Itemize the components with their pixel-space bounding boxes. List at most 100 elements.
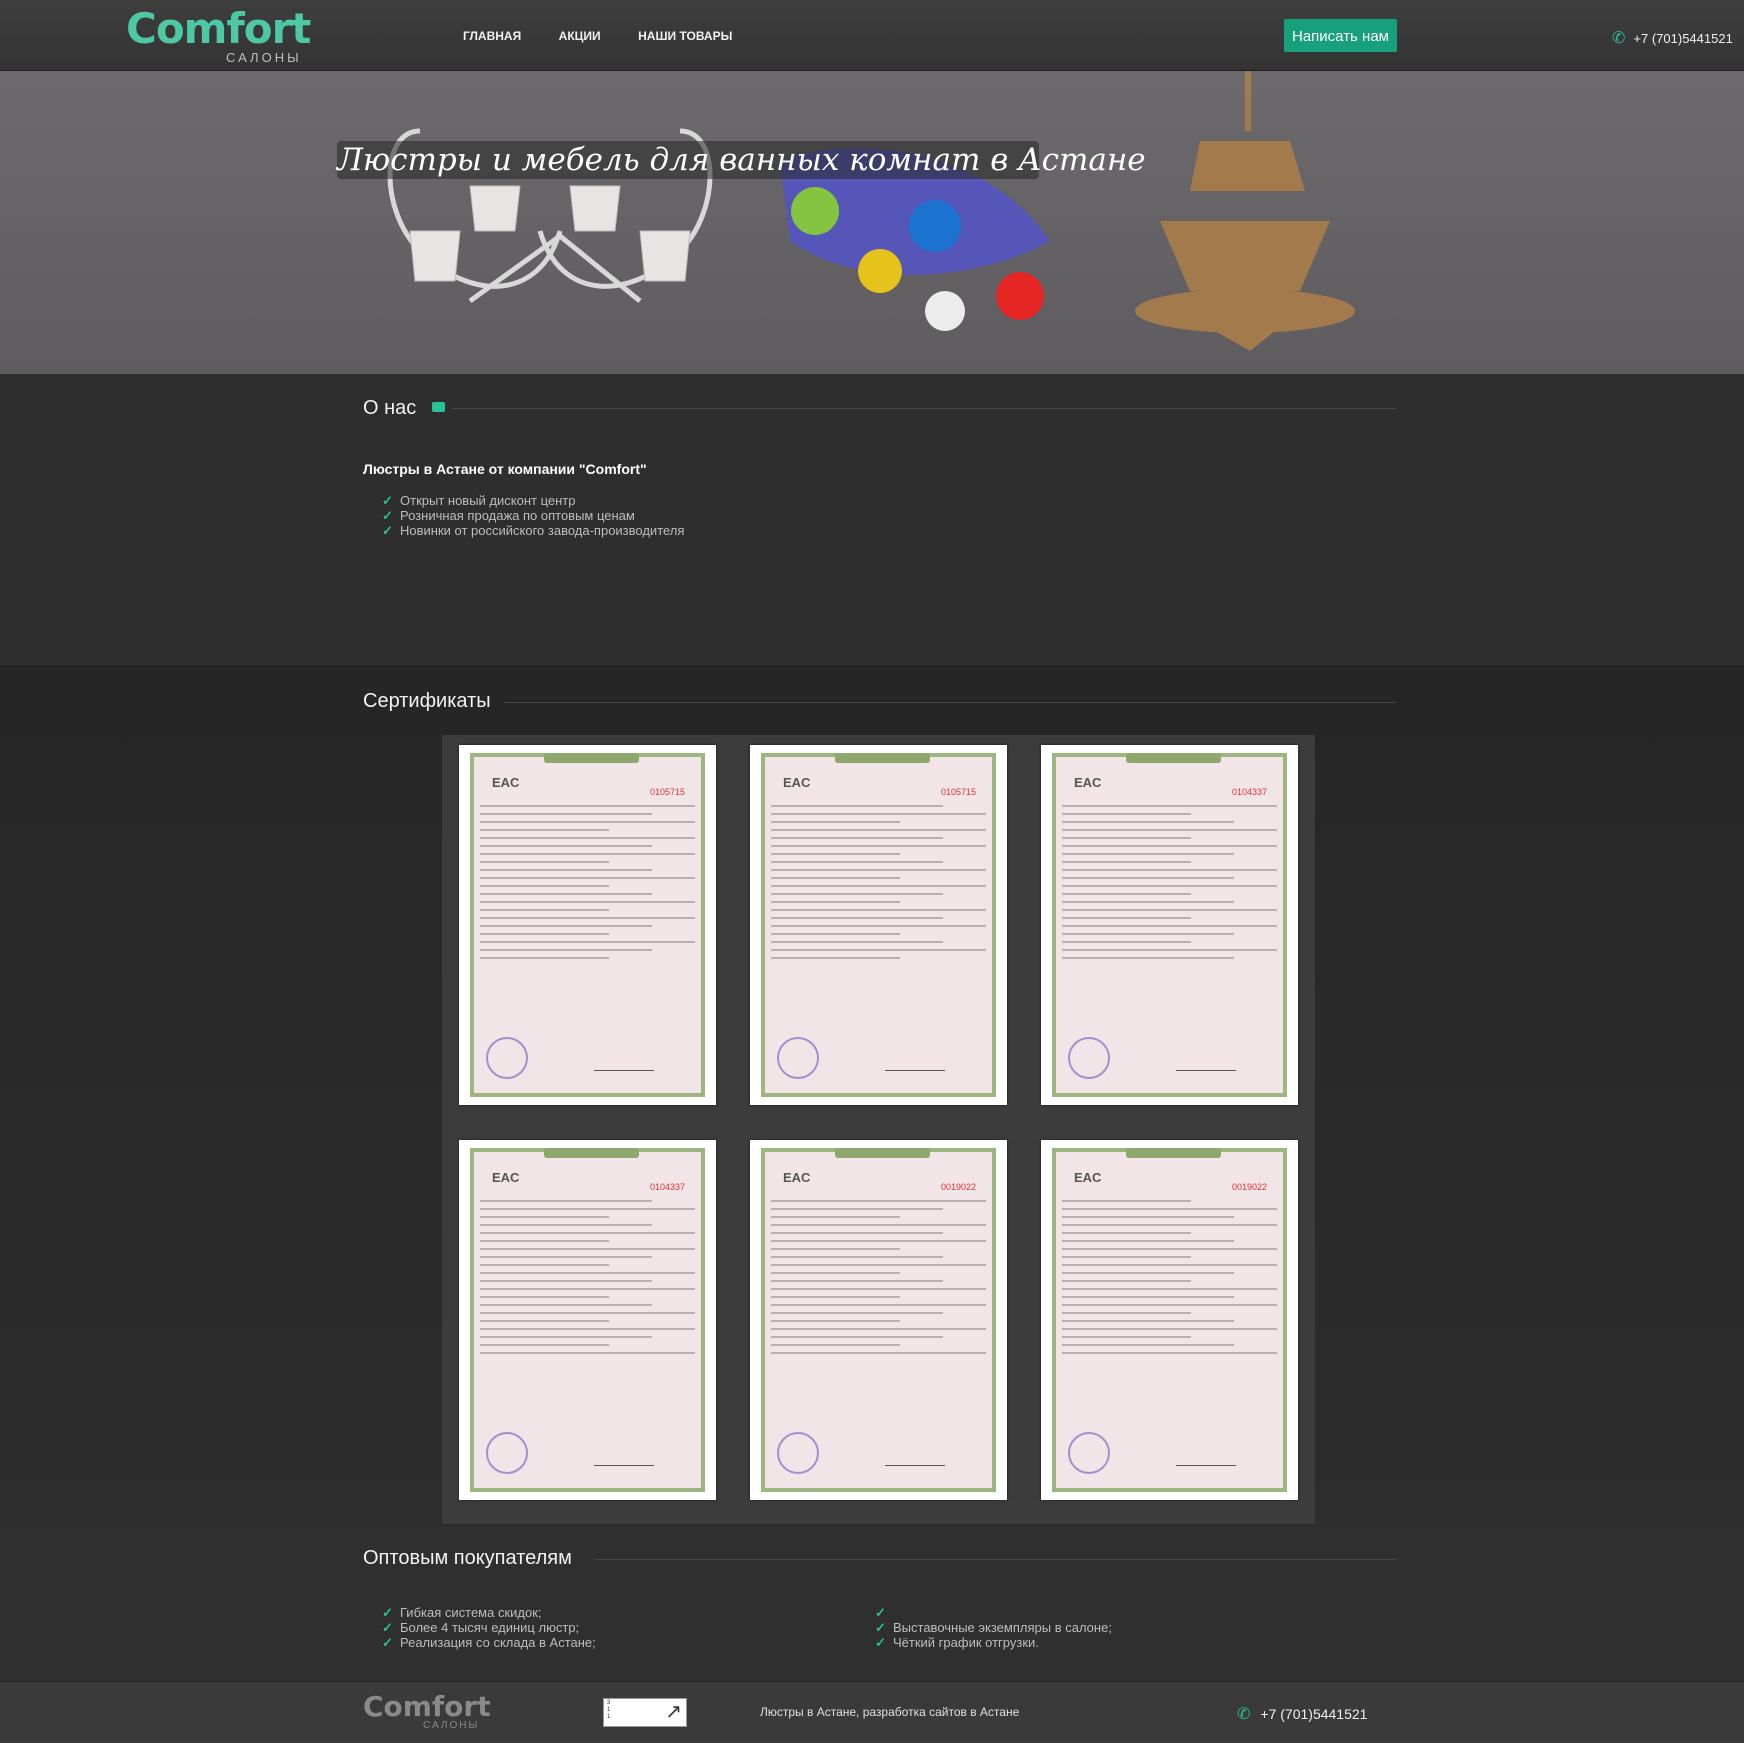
counter-value: 1 — [607, 1707, 611, 1713]
nav-item-promotions[interactable]: АКЦИИ — [559, 29, 601, 43]
eac-mark: EAC — [1074, 775, 1102, 790]
wholesale-list-right: ✓ ✓ Выставочные экземпляры в салоне; ✓ Чёт… — [875, 1605, 1112, 1650]
about-item-text: Новинки от российского завода-производит… — [400, 523, 685, 538]
list-item: ✓ Чёткий график отгрузки. — [875, 1635, 1112, 1650]
check-icon: ✓ — [875, 1620, 886, 1635]
certificate-text-lines — [1062, 805, 1277, 965]
certificate-number: 0104337 — [1231, 787, 1267, 797]
stamp-seal — [486, 1037, 528, 1079]
certificate-thumbnail[interactable]: EAC 0104337 — [1041, 745, 1298, 1105]
write-us-button[interactable]: Написать нам — [1284, 19, 1397, 52]
check-icon: ✓ — [382, 523, 393, 538]
eac-mark: EAC — [783, 1170, 811, 1185]
wholesale-divider — [594, 1559, 1396, 1560]
certificates-gallery: EAC 0105715 EAC 0105715 EAC 0104337 EAC … — [442, 735, 1315, 1524]
eac-mark: EAC — [1074, 1170, 1102, 1185]
logo-subtitle: САЛОНЫ — [226, 50, 302, 65]
certificate-text-lines — [771, 1200, 986, 1360]
footer-phone-number: +7 (701)5441521 — [1260, 1706, 1368, 1722]
logo-word: Comfort — [126, 4, 311, 53]
check-icon: ✓ — [382, 1605, 393, 1620]
arrow-up-right-icon: ↗ — [665, 1701, 682, 1723]
eac-mark: EAC — [492, 1170, 520, 1185]
certificate-document: EAC 0104337 — [1052, 753, 1287, 1097]
certificate-number: 0019022 — [1231, 1182, 1267, 1192]
certificates-title: Сертификаты — [363, 690, 491, 712]
footer-text[interactable]: Люстры в Астане, разработка сайтов в Аст… — [760, 1705, 1019, 1719]
certificate-number: 0104337 — [649, 1182, 685, 1192]
nav-item-products[interactable]: НАШИ ТОВАРЫ — [638, 29, 732, 43]
certificate-text-lines — [1062, 1200, 1277, 1360]
site-logo[interactable]: Comfort САЛОНЫ — [126, 6, 321, 66]
list-item: ✓ Новинки от российского завода-производи… — [382, 523, 684, 538]
wholesale-item-text: Гибкая система скидок; — [400, 1605, 542, 1620]
certificate-number: 0105715 — [649, 787, 685, 797]
counter-value: 1 — [607, 1714, 611, 1720]
list-item: ✓ Выставочные экземпляры в салоне; — [875, 1620, 1112, 1635]
about-title: О нас — [363, 397, 417, 419]
header-phone-number: +7 (701)5441521 — [1633, 31, 1733, 46]
certificate-thumbnail[interactable]: EAC 0019022 — [1041, 1140, 1298, 1500]
footer-logo[interactable]: Comfort САЛОНЫ — [363, 1690, 493, 1734]
list-item: ✓ Открыт новый дисконт центр — [382, 493, 684, 508]
phone-icon: ✆ — [1237, 1706, 1251, 1723]
certificate-document: EAC 0105715 — [761, 753, 996, 1097]
certificate-thumbnail[interactable]: EAC 0019022 — [750, 1140, 1007, 1500]
certificate-banner — [835, 753, 930, 763]
wholesale-title: Оптовым покупателям — [363, 1547, 572, 1569]
list-item: ✓ Розничная продажа по оптовым ценам — [382, 508, 684, 523]
list-item: ✓ Реализация со склада в Астане; — [382, 1635, 596, 1650]
certificate-thumbnail[interactable]: EAC 0105715 — [750, 745, 1007, 1105]
eac-mark: EAC — [783, 775, 811, 790]
counter-values: 3 1 1 — [607, 1700, 610, 1721]
certificate-banner — [1126, 753, 1221, 763]
chat-icon — [432, 402, 445, 412]
check-icon: ✓ — [382, 1620, 393, 1635]
check-icon: ✓ — [382, 493, 393, 508]
certificate-number: 0105715 — [940, 787, 976, 797]
list-item: ✓ — [875, 1605, 1112, 1620]
check-icon: ✓ — [875, 1605, 886, 1620]
header-phone[interactable]: ✆ +7 (701)5441521 — [1612, 28, 1733, 48]
certificate-number: 0019022 — [940, 1182, 976, 1192]
hero-title: Люстры и мебель для ванных комнат в Аста… — [337, 141, 1146, 179]
certificate-thumbnail[interactable]: EAC 0104337 — [459, 1140, 716, 1500]
signature-line — [594, 1052, 654, 1071]
stamp-seal — [1068, 1037, 1110, 1079]
footer-logo-subtitle: САЛОНЫ — [423, 1720, 480, 1731]
certificate-document: EAC 0104337 — [470, 1148, 705, 1492]
wholesale-item-text: Более 4 тысяч единиц люстр; — [400, 1620, 580, 1635]
stamp-seal — [1068, 1432, 1110, 1474]
list-item: ✓ Гибкая система скидок; — [382, 1605, 596, 1620]
about-list: ✓ Открыт новый дисконт центр ✓ Розничная п… — [382, 493, 684, 538]
about-item-text: Открыт новый дисконт центр — [400, 493, 576, 508]
wholesale-section — [0, 1526, 1744, 1681]
certificate-thumbnail[interactable]: EAC 0105715 — [459, 745, 716, 1105]
check-icon: ✓ — [875, 1635, 886, 1650]
footer-phone[interactable]: ✆ +7 (701)5441521 — [1237, 1704, 1367, 1724]
site-header: Comfort САЛОНЫ ГЛАВНАЯ АКЦИИ НАШИ ТОВАРЫ… — [0, 0, 1744, 71]
main-nav: ГЛАВНАЯ АКЦИИ НАШИ ТОВАРЫ — [463, 27, 765, 45]
nav-item-home[interactable]: ГЛАВНАЯ — [463, 29, 521, 43]
stamp-seal — [486, 1432, 528, 1474]
wholesale-item-text: Реализация со склада в Астане; — [400, 1635, 596, 1650]
list-item: ✓ Более 4 тысяч единиц люстр; — [382, 1620, 596, 1635]
signature-line — [885, 1052, 945, 1071]
about-section — [0, 374, 1744, 666]
hero-product-illustrations — [387, 71, 1355, 351]
wholesale-item-text: Выставочные экземпляры в салоне; — [893, 1620, 1112, 1635]
crystal-chandelier-illustration — [1135, 71, 1355, 351]
certificate-document: EAC 0019022 — [761, 1148, 996, 1492]
wholesale-item-text: Чёткий график отгрузки. — [893, 1635, 1039, 1650]
signature-line — [594, 1447, 654, 1466]
signature-line — [885, 1447, 945, 1466]
certificate-document: EAC 0019022 — [1052, 1148, 1287, 1492]
certificates-divider — [505, 702, 1396, 703]
phone-icon: ✆ — [1612, 30, 1626, 47]
certificate-banner — [1126, 1148, 1221, 1158]
certificate-banner — [544, 1148, 639, 1158]
about-item-text: Розничная продажа по оптовым ценам — [400, 508, 635, 523]
certificate-text-lines — [771, 805, 986, 965]
visitor-counter[interactable]: 3 1 1 ↗ — [603, 1698, 687, 1727]
counter-value: 3 — [607, 1700, 611, 1706]
